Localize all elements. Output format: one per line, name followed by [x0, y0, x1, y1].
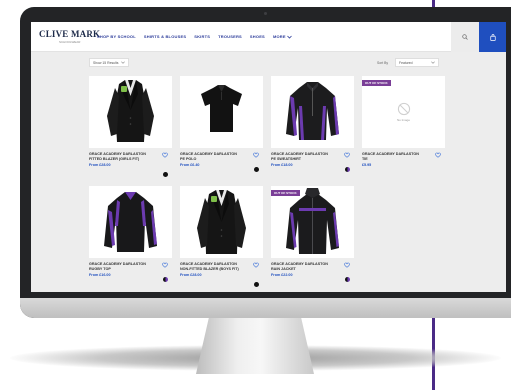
no-image-text: No Image — [396, 118, 410, 122]
main-nav: SHOP BY SCHOOL SHIRTS & BLOUSES SKIRTS T… — [97, 34, 292, 39]
product-image[interactable] — [180, 76, 263, 148]
product-info: GRACE ACADEMY DARLASTON NON-FITTED BLAZE… — [180, 262, 263, 287]
sort-value: Featured — [399, 60, 413, 65]
product-card[interactable]: GRACE ACADEMY DARLASTON RUGBY TOP From £… — [89, 186, 172, 282]
product-price: From £18.00 — [271, 163, 293, 168]
heart-icon[interactable] — [435, 152, 441, 158]
product-image[interactable]: No Image OUT OF STOCK — [362, 76, 445, 148]
product-card[interactable]: GRACE ACADEMY DARLASTON PE POLO From £6.… — [180, 76, 263, 172]
sort-by-label: Sort By — [377, 61, 389, 65]
product-card[interactable]: No Image OUT OF STOCK GRACE ACADEMY DARL… — [362, 76, 445, 167]
product-image[interactable]: OUT OF STOCK — [271, 186, 354, 258]
product-info: GRACE ACADEMY DARLASTON PE SWEATSHIRT Fr… — [271, 152, 354, 172]
product-name[interactable]: GRACE ACADEMY DARLASTON RAIN JACKET — [271, 262, 333, 271]
product-card[interactable]: GRACE ACADEMY DARLASTON PE SWEATSHIRT Fr… — [271, 76, 354, 172]
product-info: GRACE ACADEMY DARLASTON RAIN JACKET From… — [271, 262, 354, 282]
out-of-stock-badge: OUT OF STOCK — [271, 190, 300, 196]
color-swatch[interactable] — [345, 277, 350, 282]
search-icon — [462, 34, 468, 40]
nav-trousers[interactable]: TROUSERS — [218, 34, 242, 39]
product-info: GRACE ACADEMY DARLASTON FITTED BLAZER (G… — [89, 152, 172, 177]
nav-shirts-blouses[interactable]: SHIRTS & BLOUSES — [144, 34, 186, 39]
monitor-stand — [196, 312, 314, 374]
heart-icon[interactable] — [162, 262, 168, 268]
product-info: GRACE ACADEMY DARLASTON TIE £5.95 — [362, 152, 445, 167]
product-image[interactable] — [89, 186, 172, 258]
chevron-down-icon — [431, 61, 435, 64]
product-card[interactable]: GRACE ACADEMY DARLASTON NON-FITTED BLAZE… — [180, 186, 263, 287]
color-swatch[interactable] — [254, 167, 259, 172]
heart-icon[interactable] — [253, 262, 259, 268]
site-logo[interactable]: CLIVE MARK SCHOOLWEAR — [39, 29, 101, 45]
heart-icon[interactable] — [253, 152, 259, 158]
webcam-icon — [264, 12, 267, 15]
polo-icon — [201, 85, 242, 132]
nav-skirts[interactable]: SKIRTS — [194, 34, 210, 39]
no-image-icon — [397, 102, 410, 116]
product-info: GRACE ACADEMY DARLASTON RUGBY TOP From £… — [89, 262, 172, 282]
logo-text: CLIVE MARK — [39, 29, 101, 39]
product-name[interactable]: GRACE ACADEMY DARLASTON TIE — [362, 152, 424, 161]
product-name[interactable]: GRACE ACADEMY DARLASTON PE SWEATSHIRT — [271, 152, 333, 161]
blazer-icon — [197, 190, 246, 254]
nav-shop-by-school[interactable]: SHOP BY SCHOOL — [97, 34, 136, 39]
heart-icon[interactable] — [344, 152, 350, 158]
sweatshirt-icon — [286, 82, 339, 140]
product-info: GRACE ACADEMY DARLASTON PE POLO From £6.… — [180, 152, 263, 172]
search-button[interactable] — [451, 22, 479, 52]
product-card[interactable]: OUT OF STOCK GRACE ACADEMY DARLASTON RAI… — [271, 186, 354, 282]
scene: CLIVE MARK SCHOOLWEAR SHOP BY SCHOOL SHI… — [0, 0, 511, 390]
nav-shoes[interactable]: SHOES — [250, 34, 265, 39]
screen: CLIVE MARK SCHOOLWEAR SHOP BY SCHOOL SHI… — [31, 22, 506, 292]
nav-more-label: MORE — [272, 34, 286, 39]
product-name[interactable]: GRACE ACADEMY DARLASTON PE POLO — [180, 152, 242, 161]
logo-subtext: SCHOOLWEAR — [59, 40, 81, 44]
product-price: £5.95 — [362, 163, 372, 168]
product-price: From £22.00 — [271, 273, 293, 278]
product-name[interactable]: GRACE ACADEMY DARLASTON FITTED BLAZER (G… — [89, 152, 151, 161]
results-per-page-select[interactable]: Show 15 Results — [89, 58, 130, 67]
color-swatch[interactable] — [254, 282, 259, 287]
product-image[interactable] — [180, 186, 263, 258]
color-swatch[interactable] — [163, 172, 168, 177]
chevron-down-icon — [121, 61, 126, 64]
heart-icon[interactable] — [344, 262, 350, 268]
out-of-stock-badge: OUT OF STOCK — [362, 80, 391, 86]
product-image[interactable] — [89, 76, 172, 148]
color-swatch[interactable] — [345, 167, 350, 172]
sort-select[interactable]: Featured — [395, 58, 439, 67]
monitor-chin — [20, 298, 511, 318]
rugby-top-icon — [104, 192, 157, 252]
cart-button[interactable] — [479, 22, 506, 52]
results-per-page-value: Show 15 Results — [93, 60, 119, 65]
chevron-down-icon — [287, 35, 292, 39]
color-swatch[interactable] — [163, 277, 168, 282]
heart-icon[interactable] — [162, 152, 168, 158]
no-image-placeholder: No Image — [362, 76, 445, 148]
bag-icon — [489, 33, 496, 41]
product-card[interactable]: GRACE ACADEMY DARLASTON FITTED BLAZER (G… — [89, 76, 172, 177]
product-name[interactable]: GRACE ACADEMY DARLASTON RUGBY TOP — [89, 262, 151, 271]
product-name[interactable]: GRACE ACADEMY DARLASTON NON-FITTED BLAZE… — [180, 262, 242, 271]
nav-more[interactable]: MORE — [273, 34, 292, 39]
product-image[interactable] — [271, 76, 354, 148]
product-price: From £28.00 — [180, 273, 202, 278]
top-navbar: CLIVE MARK SCHOOLWEAR SHOP BY SCHOOL SHI… — [31, 22, 506, 52]
blazer-icon — [107, 80, 154, 142]
rain-jacket-icon — [286, 188, 339, 254]
product-price: From £6.40 — [180, 163, 200, 168]
product-price: From £16.00 — [89, 273, 111, 278]
product-price: From £28.00 — [89, 163, 111, 168]
